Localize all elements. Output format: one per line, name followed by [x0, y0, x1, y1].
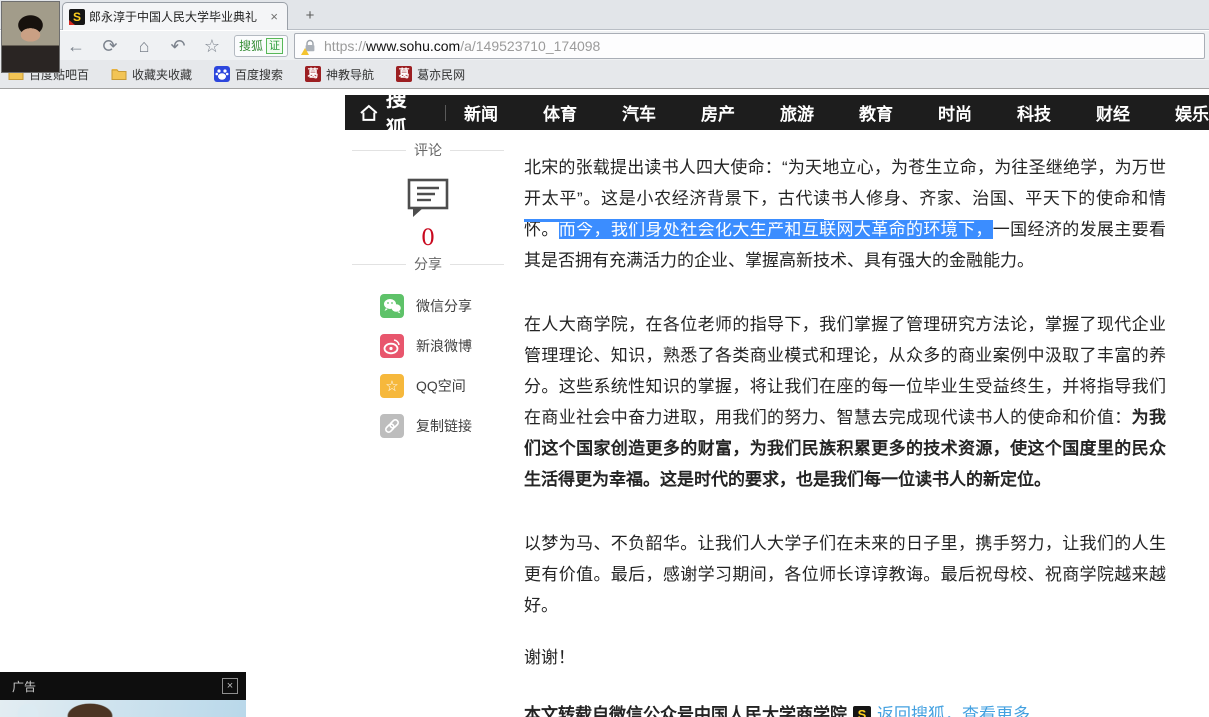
share-header: 分享 — [352, 254, 504, 274]
paragraph: 在人大商学院，在各位老师的指导下，我们掌握了管理研究方法论，掌握了现代企业管理理… — [524, 309, 1166, 495]
nav-item-house[interactable]: 房产 — [701, 100, 735, 125]
url-text: https://www.sohu.com/a/149523710_174098 — [324, 38, 600, 54]
ad-banner: 广告 × — [0, 672, 246, 717]
comments-header: 评论 — [352, 140, 504, 160]
share-label: 微信分享 — [416, 296, 472, 316]
home-icon[interactable]: ⌂ — [132, 34, 156, 58]
ad-header: 广告 × — [0, 672, 246, 700]
sohu-footer-icon: S — [853, 706, 871, 717]
address-bar[interactable]: https://www.sohu.com/a/149523710_174098 — [294, 33, 1205, 59]
share-label: 复制链接 — [416, 416, 472, 436]
nav-item-sports[interactable]: 体育 — [543, 100, 577, 125]
sohu-logo[interactable]: 搜狐 — [359, 95, 433, 130]
lock-icon[interactable] — [303, 39, 317, 53]
source-text: 本文转载自微信公众号中国人民大学商学院 — [524, 699, 847, 717]
nav-separator — [445, 105, 446, 121]
url-path: /a/149523710_174098 — [460, 38, 600, 54]
url-scheme: https:// — [324, 38, 366, 54]
browser-tab[interactable]: S 郎永淳于中国人民大学毕业典礼 × — [62, 2, 288, 30]
share-label: QQ空间 — [416, 376, 466, 396]
paragraph-text: 在人大商学院，在各位老师的指导下，我们掌握了管理研究方法论，掌握了现代企业管理理… — [524, 315, 1166, 427]
back-to-sohu-link[interactable]: 返回搜狐，查看更多 — [877, 699, 1030, 717]
bookmark-item[interactable]: 收藏夹收藏 — [111, 66, 192, 83]
undo-icon[interactable]: ↶ — [166, 34, 190, 58]
identity-site-label: 搜狐 — [239, 37, 263, 54]
nav-item-finance[interactable]: 财经 — [1096, 100, 1130, 125]
verified-badge: 证 — [266, 38, 283, 54]
nav-item-entertainment[interactable]: 娱乐 — [1175, 100, 1209, 125]
comment-bubble-icon[interactable] — [405, 176, 451, 218]
link-icon — [380, 414, 404, 438]
bookmark-label: 收藏夹收藏 — [132, 66, 192, 83]
ge-icon: 葛 — [396, 66, 412, 82]
nav-item-tech[interactable]: 科技 — [1017, 100, 1051, 125]
share-qzone[interactable]: ☆ QQ空间 — [380, 366, 504, 406]
share-list: 微信分享 新浪微博 ☆ QQ空间 复制链接 — [352, 286, 504, 446]
nav-item-auto[interactable]: 汽车 — [622, 100, 656, 125]
new-tab-button[interactable]: + — [296, 6, 324, 26]
bookmark-star-icon[interactable]: ☆ — [200, 34, 224, 58]
house-icon — [359, 104, 379, 122]
tab-close-icon[interactable]: × — [267, 9, 281, 24]
ad-label: 广告 — [12, 678, 36, 695]
browser-window: S 郎永淳于中国人民大学毕业典礼 × + ← ⟳ ⌂ ↶ ☆ 搜狐 证 http… — [0, 0, 1209, 717]
sohu-nav-bar: 搜狐 新闻 体育 汽车 房产 旅游 教育 时尚 科技 财经 娱乐 — [345, 95, 1209, 130]
share-wechat[interactable]: 微信分享 — [380, 286, 504, 326]
ge-icon: 葛 — [305, 66, 321, 82]
share-weibo[interactable]: 新浪微博 — [380, 326, 504, 366]
share-copy-link[interactable]: 复制链接 — [380, 406, 504, 446]
weibo-icon — [380, 334, 404, 358]
back-icon[interactable]: ← — [64, 34, 88, 58]
nav-menu: 新闻 体育 汽车 房产 旅游 教育 时尚 科技 财经 娱乐 — [464, 100, 1209, 125]
share-panel: 分享 微信分享 新浪微博 ☆ QQ空间 — [352, 254, 504, 446]
ad-close-icon[interactable]: × — [222, 678, 238, 694]
share-label: 新浪微博 — [416, 336, 472, 356]
wechat-icon — [380, 294, 404, 318]
toolbar-icons: ← ⟳ ⌂ ↶ ☆ — [64, 34, 224, 58]
qzone-star-icon: ☆ — [380, 374, 404, 398]
bookmarks-bar: 百度贴吧百 收藏夹收藏 百度搜索 葛 神教导航 葛 葛亦民网 — [0, 60, 1209, 89]
avatar — [1, 1, 60, 73]
article-body: 北宋的张载提出读书人四大使命：“为天地立心，为苍生立命，为往圣继绝学，为万世开太… — [524, 152, 1166, 717]
folder-icon — [111, 66, 127, 82]
bookmark-item[interactable]: 百度搜索 — [214, 66, 283, 83]
tab-title: 郎永淳于中国人民大学毕业典礼 — [89, 8, 263, 25]
comments-count[interactable]: 0 — [352, 226, 504, 251]
site-identity-button[interactable]: 搜狐 证 — [234, 35, 288, 57]
article-footer: 本文转载自微信公众号中国人民大学商学院 S 返回搜狐，查看更多 — [524, 699, 1166, 717]
baidu-icon — [214, 66, 230, 82]
bookmark-label: 百度搜索 — [235, 66, 283, 83]
sohu-logo-text: 搜狐 — [386, 95, 433, 130]
sohu-favicon: S — [69, 9, 85, 25]
ad-image[interactable] — [0, 700, 246, 717]
bookmark-item[interactable]: 葛 神教导航 — [305, 66, 374, 83]
url-host: www.sohu.com — [366, 38, 460, 54]
selection-underline — [524, 219, 824, 222]
nav-item-news[interactable]: 新闻 — [464, 100, 498, 125]
nav-item-travel[interactable]: 旅游 — [780, 100, 814, 125]
warning-triangle-icon — [301, 48, 309, 55]
paragraph: 北宋的张载提出读书人四大使命：“为天地立心，为苍生立命，为往圣继绝学，为万世开太… — [524, 152, 1166, 276]
selected-text: 而今，我们身处社会化大生产和互联网大革命的环境下， — [559, 220, 993, 239]
nav-item-fashion[interactable]: 时尚 — [938, 100, 972, 125]
nav-item-education[interactable]: 教育 — [859, 100, 893, 125]
bookmark-label: 葛亦民网 — [417, 66, 465, 83]
comments-panel: 评论 0 — [352, 140, 504, 251]
tab-bar: S 郎永淳于中国人民大学毕业典礼 × + — [0, 0, 1209, 30]
paragraph: 谢谢！ — [524, 642, 1166, 673]
bookmark-label: 神教导航 — [326, 66, 374, 83]
refresh-icon[interactable]: ⟳ — [98, 34, 122, 58]
navigation-toolbar: ← ⟳ ⌂ ↶ ☆ 搜狐 证 https://www.sohu.com/a/14… — [0, 31, 1209, 60]
bookmark-item[interactable]: 葛 葛亦民网 — [396, 66, 465, 83]
paragraph: 以梦为马、不负韶华。让我们人大学子们在未来的日子里，携手努力，让我们的人生更有价… — [524, 528, 1166, 621]
